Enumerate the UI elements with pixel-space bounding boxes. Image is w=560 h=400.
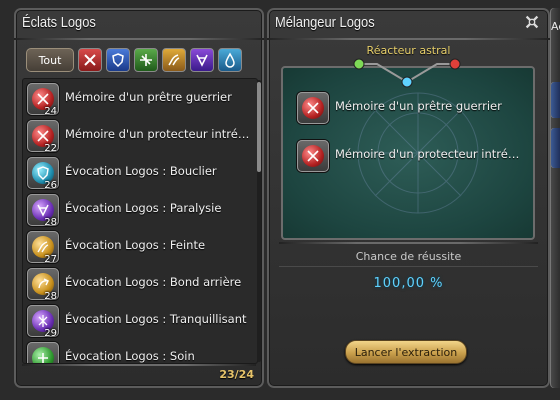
item-slot: 24 [27, 83, 59, 117]
list-item[interactable]: 22 Mémoire d'un protecteur intré… [27, 118, 249, 154]
paralysis-icon [196, 54, 208, 67]
item-label: Mémoire d'un protecteur intré… [65, 127, 250, 141]
side-slot-1[interactable] [550, 82, 560, 118]
item-count: 28 [44, 291, 57, 302]
item-label: Évocation Logos : Feinte [65, 238, 206, 252]
item-label: Mémoire d'un prêtre guerrier [65, 90, 232, 104]
success-chance-label: Chance de réussite [355, 250, 462, 263]
tab-all[interactable]: Tout [26, 48, 74, 72]
list-item[interactable]: 28 Évocation Logos : Paralysie [27, 192, 249, 228]
tab-feint[interactable] [162, 48, 186, 72]
side-slot-2[interactable] [550, 128, 560, 168]
title-divider [14, 38, 264, 40]
item-label: Évocation Logos : Bond arrière [65, 275, 242, 289]
item-count: 24 [44, 106, 57, 117]
success-chance-value: 100,00 % [373, 276, 444, 291]
swords-icon [302, 97, 324, 119]
item-count: 29 [44, 328, 57, 339]
panel-title: Mélangeur Logos [275, 14, 375, 31]
list-item[interactable]: 24 Mémoire d'un prêtre guerrier [27, 81, 249, 117]
chance-underline [279, 266, 538, 267]
tab-sword[interactable] [78, 48, 102, 72]
section-divider [279, 242, 538, 244]
item-slot: 28 [27, 194, 59, 228]
reactor-node-red [449, 58, 461, 70]
item-slot [27, 342, 59, 363]
side-panel-frame [550, 8, 560, 388]
shard-list: 24 Mémoire d'un prêtre guerrier 22 Mémoi… [22, 78, 258, 364]
scroll-thumb[interactable] [257, 82, 261, 172]
tab-shield[interactable] [106, 48, 130, 72]
close-button[interactable] [522, 12, 542, 32]
item-label: Évocation Logos : Soin [65, 349, 195, 363]
list-scrollbar[interactable] [257, 80, 261, 362]
item-label: Évocation Logos : Paralysie [65, 201, 222, 215]
water-icon [225, 52, 235, 68]
feint-icon [168, 54, 180, 66]
shield-icon [112, 53, 124, 68]
list-item[interactable]: 28 Évocation Logos : Bond arrière [27, 266, 249, 302]
sword-icon [84, 54, 96, 66]
item-slot: 28 [27, 268, 59, 302]
list-item[interactable]: 29 Évocation Logos : Tranquillisant [27, 303, 249, 339]
logos-shards-panel: Éclats Logos Tout 24 Mémoire d'un prêtre… [14, 8, 264, 388]
logos-mixer-panel: Mélangeur Logos Mémoire d'un prêtre guer… [267, 8, 550, 388]
item-label: Mémoire d'un protecteur intré… [335, 147, 520, 161]
tab-heal[interactable] [134, 48, 158, 72]
item-count: 28 [44, 217, 57, 228]
item-slot: 26 [27, 157, 59, 191]
side-partial-panel: Ae [550, 8, 560, 388]
reactor-node-blue [401, 76, 413, 88]
start-extraction-button[interactable]: Lancer l'extraction [345, 340, 467, 364]
category-tabs: Tout [26, 48, 242, 72]
item-label: Évocation Logos : Bouclier [65, 164, 217, 178]
item-slot: 29 [27, 305, 59, 339]
item-slot: 27 [27, 231, 59, 265]
reactor-node-green [353, 58, 365, 70]
swords-icon [302, 145, 324, 167]
heal-icon [32, 347, 54, 363]
list-item[interactable]: 26 Évocation Logos : Bouclier [27, 155, 249, 191]
tab-paralysis[interactable] [190, 48, 214, 72]
item-label: Mémoire d'un prêtre guerrier [335, 99, 502, 113]
mixer-slot-2[interactable]: Mémoire d'un protecteur intré… [297, 138, 527, 174]
item-count: 26 [44, 180, 57, 191]
tab-water[interactable] [218, 48, 242, 72]
side-panel-title: Ae [551, 20, 560, 33]
item-slot [297, 92, 329, 124]
shard-counter: 23/24 [219, 368, 254, 381]
item-slot [297, 140, 329, 172]
title-divider [267, 38, 550, 40]
item-label: Évocation Logos : Tranquillisant [65, 312, 247, 326]
footer-divider [22, 364, 256, 366]
item-count: 27 [44, 254, 57, 265]
heal-icon [140, 54, 152, 66]
close-icon [525, 15, 539, 29]
list-item[interactable]: Évocation Logos : Soin [27, 340, 249, 363]
list-item[interactable]: 27 Évocation Logos : Feinte [27, 229, 249, 265]
item-slot: 22 [27, 120, 59, 154]
item-count: 22 [44, 143, 57, 154]
panel-title: Éclats Logos [22, 14, 96, 31]
reactor-indicator [353, 58, 461, 88]
